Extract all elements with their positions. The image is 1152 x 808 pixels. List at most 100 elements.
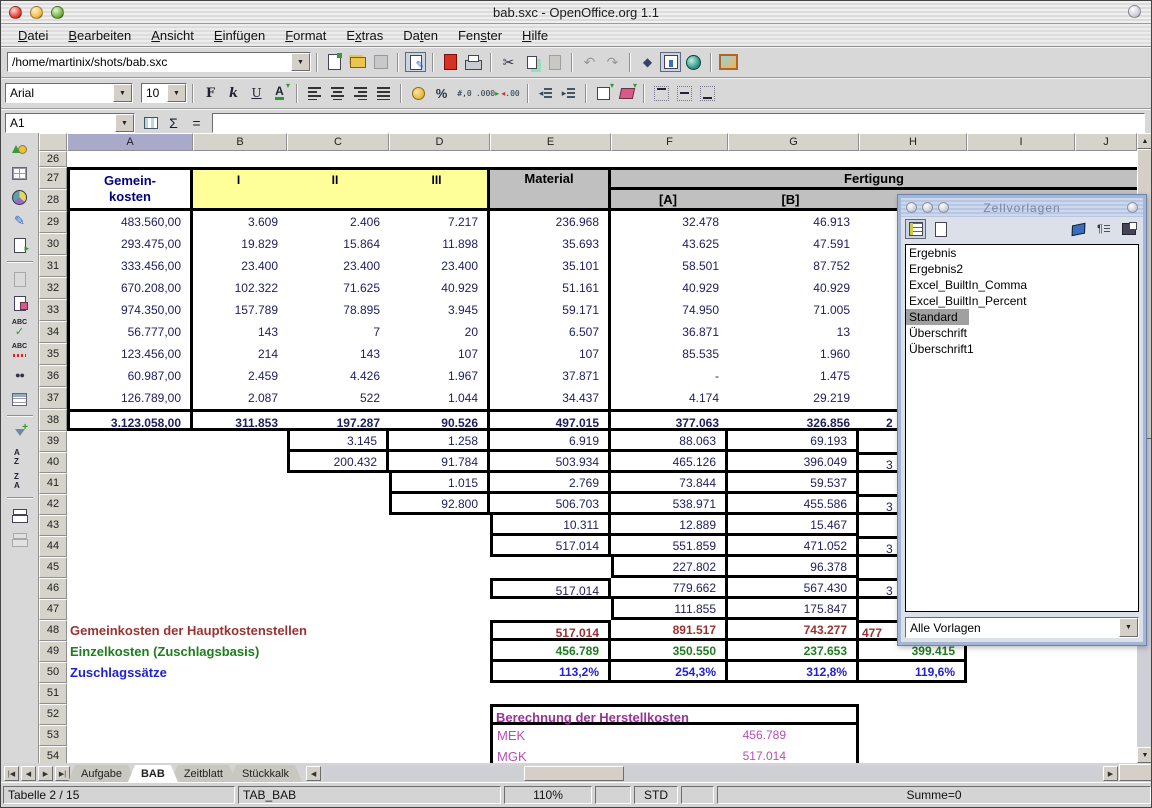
- cell-B35[interactable]: 214: [193, 343, 287, 365]
- titlebar-right-button[interactable]: [1128, 5, 1141, 18]
- autofilter-icon[interactable]: [9, 423, 30, 443]
- cell-G48[interactable]: 743.277: [728, 620, 859, 641]
- cell-I50[interactable]: [967, 662, 1075, 683]
- cell-F43[interactable]: 12.889: [611, 515, 728, 536]
- cell-G30[interactable]: 47.591: [728, 233, 859, 255]
- cell-C53[interactable]: [287, 725, 389, 746]
- cell-E52[interactable]: Berechnung der Herstellkosten: [490, 704, 859, 725]
- cell-F53[interactable]: 456.789: [611, 725, 859, 746]
- cell-B31[interactable]: 23.400: [193, 255, 287, 277]
- font-size-input[interactable]: [142, 84, 167, 102]
- cell-I52[interactable]: [967, 704, 1075, 725]
- first-sheet-button[interactable]: |◀: [4, 766, 19, 781]
- scroll-up-icon[interactable]: ▲: [1137, 133, 1152, 149]
- cell-B54[interactable]: [193, 746, 287, 763]
- row-header-32[interactable]: 32: [39, 277, 67, 299]
- menu-extras[interactable]: Extras: [337, 26, 392, 45]
- cell-D40[interactable]: 91.784: [389, 452, 490, 473]
- cell-G35[interactable]: 1.960: [728, 343, 859, 365]
- cell-A26[interactable]: [67, 151, 193, 167]
- cell-C35[interactable]: 143: [287, 343, 389, 365]
- align-bottom-icon[interactable]: [697, 83, 718, 103]
- cell-F36[interactable]: -: [611, 365, 728, 387]
- cell-F46[interactable]: 779.662: [611, 578, 728, 599]
- column-header-C[interactable]: C: [287, 133, 389, 151]
- row-header-34[interactable]: 34: [39, 321, 67, 343]
- column-header-B[interactable]: B: [193, 133, 287, 151]
- cell-F42[interactable]: 538.971: [611, 494, 728, 515]
- cell-C52[interactable]: [287, 704, 389, 725]
- edit-file-icon[interactable]: [405, 52, 426, 72]
- cell-E49[interactable]: 456.789: [490, 641, 611, 662]
- align-right-icon[interactable]: [350, 83, 371, 103]
- previous-sheet-button[interactable]: ◀: [21, 766, 36, 781]
- cell-F37[interactable]: 4.174: [611, 387, 728, 409]
- cell-A31[interactable]: 333.456,00: [67, 255, 193, 277]
- group-icon[interactable]: [9, 505, 30, 525]
- cell-C26[interactable]: [287, 151, 389, 167]
- horizontal-scrollbar-thumb[interactable]: [524, 766, 624, 781]
- cell-D41[interactable]: 1.015: [389, 473, 490, 494]
- column-header-E[interactable]: E: [490, 133, 611, 151]
- cell-D37[interactable]: 1.044: [389, 387, 490, 409]
- cell-D32[interactable]: 40.929: [389, 277, 490, 299]
- style-item-standard[interactable]: Standard: [906, 309, 969, 325]
- cell-B44[interactable]: [193, 536, 287, 557]
- insert-object-icon[interactable]: [9, 187, 30, 207]
- status-selection-mode[interactable]: STD: [634, 786, 678, 804]
- status-sum-indicator[interactable]: Summe=0: [717, 786, 1151, 804]
- menu-bearbeiten[interactable]: Bearbeiten: [59, 26, 140, 45]
- cell-D36[interactable]: 1.967: [389, 365, 490, 387]
- cell-C44[interactable]: [287, 536, 389, 557]
- cell-D44[interactable]: [389, 536, 490, 557]
- cell-C38[interactable]: 197.287: [287, 409, 389, 431]
- cell-styles-icon[interactable]: [905, 219, 926, 239]
- cell-F33[interactable]: 74.950: [611, 299, 728, 321]
- cell-B51[interactable]: [193, 683, 287, 704]
- page-styles-icon[interactable]: [930, 219, 951, 239]
- cell-A48[interactable]: Gemeinkosten der Hauptkostenstellen: [67, 620, 193, 641]
- cell-A42[interactable]: [67, 494, 193, 515]
- row-header-30[interactable]: 30: [39, 233, 67, 255]
- column-header-A[interactable]: A: [67, 133, 193, 151]
- cell-A52[interactable]: [67, 704, 193, 725]
- cell-F47[interactable]: 111.855: [611, 599, 728, 620]
- sort-ascending-icon[interactable]: [9, 447, 30, 467]
- cell-F54[interactable]: 517.014: [611, 746, 859, 763]
- cell-C32[interactable]: 71.625: [287, 277, 389, 299]
- cell-E41[interactable]: 2.769: [490, 473, 611, 494]
- cell-E26[interactable]: [490, 151, 611, 167]
- cell-A32[interactable]: 670.208,00: [67, 277, 193, 299]
- fill-format-icon[interactable]: [1068, 219, 1089, 239]
- align-top-icon[interactable]: [651, 83, 672, 103]
- function-wizard-icon[interactable]: [140, 113, 161, 133]
- cell-A29[interactable]: 483.560,00: [67, 211, 193, 233]
- cell-J26[interactable]: [1075, 151, 1137, 167]
- chevron-down-icon[interactable]: ▼: [167, 84, 186, 102]
- cell-A30[interactable]: 293.475,00: [67, 233, 193, 255]
- cell-E27[interactable]: Material: [490, 167, 611, 211]
- status-modified-flag[interactable]: [681, 786, 714, 804]
- cell-D31[interactable]: 23.400: [389, 255, 490, 277]
- column-header-F[interactable]: F: [611, 133, 728, 151]
- cell-A53[interactable]: [67, 725, 193, 746]
- row-header-36[interactable]: 36: [39, 365, 67, 387]
- currency-icon[interactable]: [408, 83, 429, 103]
- cell-G31[interactable]: 87.752: [728, 255, 859, 277]
- cell-G43[interactable]: 15.467: [728, 515, 859, 536]
- cell-E34[interactable]: 6.507: [490, 321, 611, 343]
- cell-E42[interactable]: 506.703: [490, 494, 611, 515]
- cell-D43[interactable]: [389, 515, 490, 536]
- cell-B34[interactable]: 143: [193, 321, 287, 343]
- cell-F39[interactable]: 88.063: [611, 431, 728, 452]
- cell-B40[interactable]: [193, 452, 287, 473]
- increase-indent-icon[interactable]: [558, 83, 579, 103]
- find-replace-icon[interactable]: [9, 365, 30, 385]
- cell-F38[interactable]: 377.063: [611, 409, 728, 431]
- cell-F49[interactable]: 350.550: [611, 641, 728, 662]
- cell-C54[interactable]: [287, 746, 389, 763]
- document-url-combobox[interactable]: ▼: [7, 52, 311, 72]
- copy-icon[interactable]: [521, 52, 542, 72]
- open-icon[interactable]: [347, 52, 368, 72]
- cell-B36[interactable]: 2.459: [193, 365, 287, 387]
